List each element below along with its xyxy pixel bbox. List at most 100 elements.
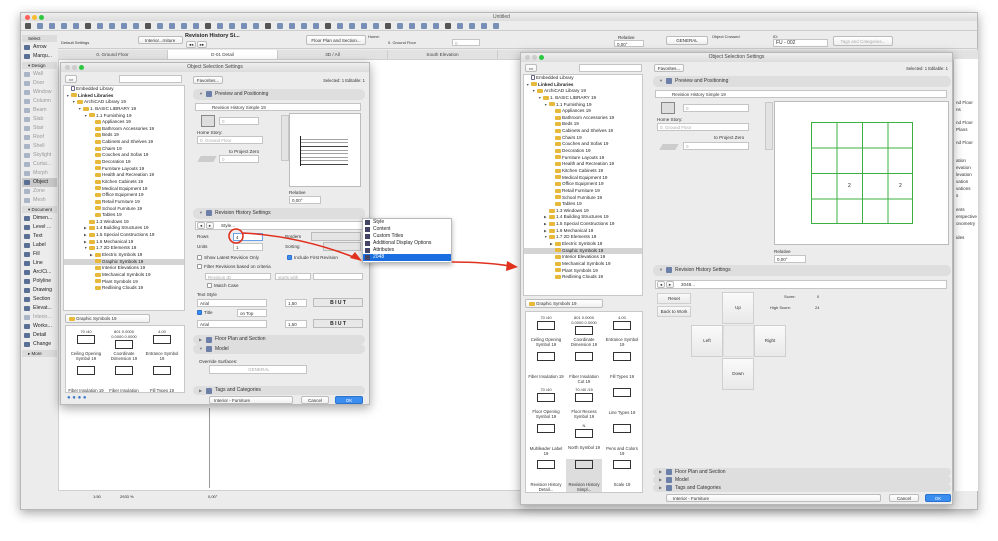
toolbar-button-icon[interactable]	[481, 23, 487, 29]
library-object-thumbnail[interactable]: 70 /40 Floor Opening Symbol 19	[528, 387, 564, 419]
cancel-button[interactable]: Cancel	[301, 396, 329, 404]
model-section-header[interactable]: ▶ Model	[653, 476, 951, 484]
tool-change[interactable]: Change	[22, 340, 57, 349]
folder-select[interactable]: Graphic Symbols 19	[65, 314, 150, 323]
toolbar-button-icon[interactable]	[493, 23, 499, 29]
back-to-work-button[interactable]: Back to Work	[657, 306, 691, 317]
toolbar-button-icon[interactable]	[229, 23, 235, 29]
library-tree-item[interactable]: ▶ 1.5 Special Constructions 19	[524, 221, 642, 228]
toolbar-button-icon[interactable]	[277, 23, 283, 29]
tool-design[interactable]: ▾ Design	[22, 62, 57, 69]
menu-item-style[interactable]: Style	[363, 219, 451, 226]
scale-value[interactable]: 1:50	[93, 492, 101, 501]
toolbar-button-icon[interactable]	[25, 23, 31, 29]
surface-button[interactable]: GENERAL	[666, 36, 708, 45]
library-tree-item[interactable]: ▼ ArchiCAD Library 19	[524, 88, 642, 95]
page-2048-button[interactable]: 2048...	[681, 282, 695, 287]
menu-item-additional-display-options[interactable]: Additional Display Options	[363, 240, 451, 247]
tool-curtai[interactable]: Curtai...	[22, 160, 57, 169]
library-object-thumbnail[interactable]: Revision History Simpl...	[566, 459, 602, 492]
left-button[interactable]: Left	[691, 325, 723, 357]
library-tree-item[interactable]: Retail Furniture 19	[524, 188, 642, 195]
close-button[interactable]	[525, 55, 530, 60]
library-tree-item[interactable]: ▼ 1.7 2D Elements 19	[524, 234, 642, 241]
library-tree-item[interactable]: Retail Furniture 19	[64, 199, 184, 206]
navigator-item[interactable]: ents	[956, 206, 965, 213]
layer-select[interactable]: Interior...rniture	[138, 36, 183, 44]
navigator-item[interactable]: nd Floor	[956, 119, 973, 126]
library-object-thumbnail[interactable]: Fill Types 19	[604, 351, 640, 379]
library-tree-item[interactable]: Graphic Symbols 19	[524, 247, 642, 255]
library-object-thumbnail[interactable]: 4.00 Entrance Symbol 19	[604, 315, 640, 347]
navigator-item[interactable]: vation	[956, 178, 968, 185]
folder-select[interactable]: Graphic Symbols 19	[525, 299, 603, 308]
toolbar-button-icon[interactable]	[169, 23, 175, 29]
library-object-thumbnail[interactable]: 70 /40 Ceiling Opening Symbol 19	[528, 315, 564, 347]
library-tree-item[interactable]: Health and Recreation 19	[64, 172, 184, 179]
library-tree-item[interactable]: School Furniture 19	[64, 206, 184, 213]
library-tree-item[interactable]: ▼ Linked Libraries	[524, 82, 642, 89]
library-tree-item[interactable]: Decoration 19	[524, 148, 642, 155]
tool-shell[interactable]: Shell	[22, 142, 57, 151]
elevation-field[interactable]: 0	[452, 39, 480, 46]
library-tree-item[interactable]: Couches and Sofas 19	[64, 152, 184, 159]
tags-section-header[interactable]: ▶ Tags and Categories	[653, 484, 951, 492]
library-tree-item[interactable]: ▼ 1.1 Furnishing 19	[524, 102, 642, 109]
tool-window[interactable]: Window	[22, 88, 57, 97]
library-tree-item[interactable]: Redlining Clouds 19	[524, 274, 642, 281]
toolbar-button-icon[interactable]	[97, 23, 103, 29]
tab-view[interactable]: D-01 Detail	[168, 50, 278, 59]
library-tree-item[interactable]: Health and Recreation 19	[524, 161, 642, 168]
units-field[interactable]: 1	[233, 243, 263, 251]
tool-morph[interactable]: Morph	[22, 169, 57, 178]
preview-section-header[interactable]: ▼ Preview and Positioning	[193, 89, 365, 100]
menu-item-attributes[interactable]: Attributes	[363, 247, 451, 254]
library-tree-item[interactable]: Redlining Clouds 19	[64, 285, 184, 292]
toolbar-button-icon[interactable]	[109, 23, 115, 29]
tool-arcci[interactable]: Arc/Ci...	[22, 268, 57, 277]
home-story-select[interactable]: 0. Ground Floor	[197, 136, 263, 144]
tool-detail[interactable]: Detail	[22, 331, 57, 340]
cancel-button[interactable]: Cancel	[889, 494, 919, 502]
toolbar-button-icon[interactable]	[253, 23, 259, 29]
toolbar-button-icon[interactable]	[301, 23, 307, 29]
library-tree-item[interactable]: Interior Elevations 19	[64, 265, 184, 272]
surface-select[interactable]: GENERAL	[209, 365, 307, 374]
font-style-buttons-1[interactable]: B I U T	[313, 298, 363, 307]
library-tree-item[interactable]: Plant Symbols 19	[524, 268, 642, 275]
navigator-item[interactable]: s	[956, 192, 958, 199]
font-select-2[interactable]: Arial	[197, 320, 267, 328]
library-object-thumbnail[interactable]: 4.00 Entrance Symbol 19	[144, 329, 180, 361]
tool-wall[interactable]: Wall	[22, 70, 57, 79]
toolbar-button-icon[interactable]	[313, 23, 319, 29]
border-options[interactable]	[311, 232, 361, 241]
filter-operator-select[interactable]: starts with	[275, 273, 311, 280]
status-angle-value[interactable]: 0,00°	[208, 492, 217, 501]
library-tree-item[interactable]: ▼ 1. BASIC LIBRARY 19	[524, 95, 642, 102]
library-tree-item[interactable]: Tables 19	[64, 212, 184, 219]
sorting-options[interactable]	[323, 242, 361, 251]
navigator-item[interactable]: ns	[956, 106, 961, 113]
library-search-input[interactable]	[579, 64, 642, 72]
toolbar-button-icon[interactable]	[373, 23, 379, 29]
library-tree-item[interactable]: Bathroom Accessories 19	[524, 115, 642, 122]
toolbar-button-icon[interactable]	[409, 23, 415, 29]
view-mode-button[interactable]: ▭	[65, 75, 77, 83]
navigator-item[interactable]: onometry	[956, 220, 975, 227]
next-page-button[interactable]: ▸	[666, 281, 674, 288]
library-tree-item[interactable]: Embedded Library	[524, 75, 642, 82]
tool-column[interactable]: Column	[22, 97, 57, 106]
tool-level[interactable]: Level ...	[22, 223, 57, 232]
title-checkbox[interactable]: Title	[197, 310, 213, 316]
tool-select[interactable]: Select	[22, 35, 57, 42]
toolbar-button-icon[interactable]	[349, 23, 355, 29]
toolbar-button-icon[interactable]	[145, 23, 151, 29]
library-object-thumbnail[interactable]: Line Types 19	[604, 387, 640, 415]
library-tree[interactable]: Embedded Library ▼ Linked Libraries ▼ ArchiC…	[63, 85, 185, 311]
tool-interio[interactable]: Interio...	[22, 313, 57, 322]
toolbar-button-icon[interactable]	[421, 23, 427, 29]
floor-plan-section-header[interactable]: ▶ Floor Plan and Section	[653, 468, 951, 476]
zero-field[interactable]: 0	[219, 155, 259, 163]
library-tree-item[interactable]: Furniture Layouts 19	[524, 155, 642, 162]
elevation-field[interactable]: 0	[219, 117, 259, 125]
